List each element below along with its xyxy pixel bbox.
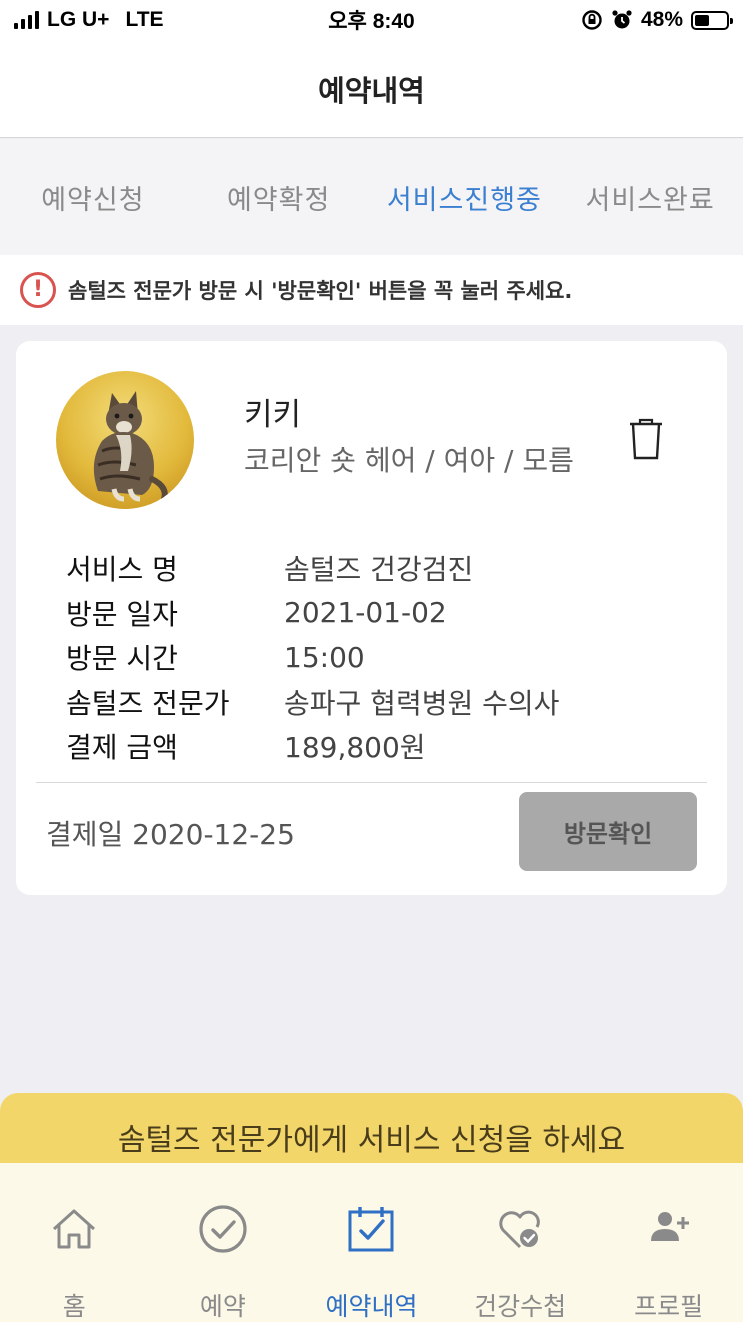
page-title: 예약내역 (318, 73, 425, 108)
home-icon (53, 1209, 96, 1249)
heart-check-icon (499, 1210, 540, 1249)
check-circle-icon (199, 1205, 247, 1253)
detail-row-visit-time: 방문 시간 15:00 (66, 635, 559, 680)
tabbar-item-home[interactable]: 홈 (0, 1163, 149, 1322)
detail-row-expert: 솜털즈 전문가 송파구 협력병원 수의사 (66, 680, 559, 725)
detail-label: 방문 일자 (66, 597, 178, 631)
pet-name: 키키 (244, 397, 302, 433)
promo-text: 솜털즈 전문가에게 서비스 신청을 하세요 (117, 1123, 626, 1158)
calendar-check-icon (348, 1207, 394, 1252)
status-left: LG U+ LTE (14, 8, 264, 32)
tabbar-item-profile[interactable]: 프로필 (594, 1163, 743, 1322)
alert-icon: ! (20, 272, 56, 308)
tabbar-item-reserve[interactable]: 예약 (149, 1163, 298, 1322)
cat-icon (93, 391, 168, 502)
status-time: 오후 8:40 (328, 10, 415, 33)
detail-value: 2021-01-02 (284, 596, 447, 630)
status-right: 48% (479, 8, 733, 32)
detail-label: 결제 금액 (66, 731, 178, 765)
detail-value: 189,800원 (284, 731, 426, 765)
battery-icon (691, 10, 733, 30)
tab-confirmed[interactable]: 예약확정 (186, 139, 372, 255)
tabbar-item-health[interactable]: 건강수첩 (446, 1163, 595, 1322)
status-tabs: 예약신청 예약확정 서비스진행중 서비스완료 (0, 139, 743, 255)
payment-date: 결제일 2020-12-25 (46, 818, 295, 851)
detail-value: 솜털즈 건강검진 (284, 553, 474, 587)
tab-completed[interactable]: 서비스완료 (557, 139, 743, 255)
reservation-card: 키키 코리안 숏 헤어 / 여아 / 모름 서비스 명 솜털즈 건강검진 방문 … (16, 341, 727, 895)
detail-row-amount: 결제 금액 189,800원 (66, 724, 559, 769)
status-bar: LG U+ LTE 오후 8:40 48% (0, 0, 743, 40)
battery-percent: 48% (640, 8, 683, 31)
detail-label: 솜털즈 전문가 (66, 686, 230, 720)
tab-request[interactable]: 예약신청 (0, 139, 186, 255)
tabbar-label: 건강수첩 (474, 1292, 567, 1321)
pet-avatar (56, 371, 194, 509)
notice-text: 솜털즈 전문가 방문 시 '방문확인' 버튼을 꼭 눌러 주세요. (68, 279, 573, 303)
user-plus-icon (650, 1212, 689, 1241)
tabbar-label: 예약 (199, 1292, 246, 1321)
reservation-details: 서비스 명 솜털즈 건강검진 방문 일자 2021-01-02 방문 시간 15… (66, 546, 559, 769)
signal-icon (14, 11, 39, 29)
alarm-icon (612, 10, 632, 29)
tabbar-label: 프로필 (634, 1292, 704, 1321)
tab-in-progress[interactable]: 서비스진행중 (372, 139, 558, 255)
pet-info: 코리안 숏 헤어 / 여아 / 모름 (244, 444, 574, 477)
rotation-lock-icon (582, 10, 602, 30)
promo-banner[interactable]: 솜털즈 전문가에게 서비스 신청을 하세요 (0, 1093, 743, 1163)
detail-value: 송파구 협력병원 수의사 (284, 686, 560, 720)
detail-row-visit-date: 방문 일자 2021-01-02 (66, 591, 559, 636)
trash-icon[interactable] (628, 417, 664, 461)
tabbar-label: 예약내역 (325, 1292, 418, 1321)
notice-banner: ! 솜털즈 전문가 방문 시 '방문확인' 버튼을 꼭 눌러 주세요. (0, 255, 743, 325)
network-label: LTE (125, 8, 164, 31)
detail-value: 15:00 (284, 640, 365, 674)
page-header: 예약내역 (0, 40, 743, 138)
visit-confirm-button[interactable]: 방문확인 (519, 792, 697, 871)
card-divider (36, 782, 707, 783)
tabbar-item-history[interactable]: 예약내역 (297, 1163, 446, 1322)
detail-row-service: 서비스 명 솜털즈 건강검진 (66, 546, 559, 591)
carrier-label: LG U+ (47, 8, 110, 31)
tabbar-label: 홈 (62, 1292, 86, 1321)
detail-label: 서비스 명 (66, 553, 178, 587)
bottom-tab-bar: 홈 예약 예약내역 건강수첩 프로필 (0, 1163, 743, 1322)
detail-label: 방문 시간 (66, 642, 178, 676)
